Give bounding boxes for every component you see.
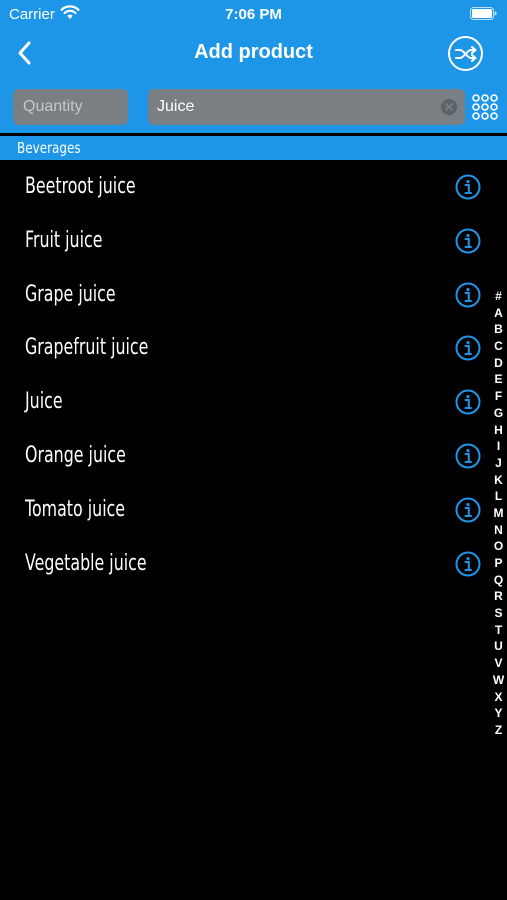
search-row [0,80,507,133]
info-button[interactable] [455,282,481,308]
product-row[interactable]: Vegetable juice [0,537,490,591]
product-label: Juice [25,389,63,415]
index-letter[interactable]: A [490,305,507,322]
index-letter[interactable]: C [490,338,507,355]
info-button[interactable] [455,497,481,523]
info-icon [455,335,481,361]
info-icon [455,443,481,469]
info-icon [455,174,481,200]
page-title: Add product [194,41,313,63]
status-time: 7:06 PM [225,6,282,23]
battery-icon [470,7,497,20]
product-row[interactable]: Fruit juice [0,214,490,268]
index-letter[interactable]: B [490,321,507,338]
index-letter[interactable]: L [490,488,507,505]
product-row[interactable]: Tomato juice [0,483,490,537]
info-button[interactable] [455,443,481,469]
search-input[interactable] [148,89,438,125]
section-title: Beverages [17,139,81,157]
index-letter[interactable]: Z [490,722,507,739]
index-letter[interactable]: # [490,288,507,305]
product-label: Vegetable juice [25,550,147,576]
index-letter[interactable]: R [490,588,507,605]
info-icon [455,228,481,254]
product-row[interactable]: Orange juice [0,429,490,483]
product-row[interactable]: Juice [0,375,490,429]
index-letter[interactable]: V [490,655,507,672]
product-row[interactable]: Grapefruit juice [0,321,490,375]
index-letter[interactable]: N [490,522,507,539]
product-row[interactable]: Beetroot juice [0,160,490,214]
product-label: Tomato juice [25,496,126,522]
index-letter[interactable]: S [490,605,507,622]
index-letter[interactable]: W [490,672,507,689]
product-list: Beetroot juice Fruit juice Grape juice Grap… [0,160,490,590]
info-button[interactable] [455,551,481,577]
info-button[interactable] [455,174,481,200]
index-letter[interactable]: E [490,371,507,388]
clear-search-button[interactable] [441,99,457,115]
index-letter[interactable]: F [490,388,507,405]
index-letter[interactable]: H [490,422,507,439]
info-button[interactable] [455,335,481,361]
index-letter[interactable]: Q [490,572,507,589]
info-icon [455,551,481,577]
index-letter[interactable]: O [490,538,507,555]
section-header: Beverages [0,136,507,160]
info-icon [455,497,481,523]
index-letter[interactable]: Y [490,705,507,722]
product-label: Grapefruit juice [25,335,149,361]
index-letter[interactable]: X [490,689,507,706]
info-button[interactable] [455,228,481,254]
alphabet-index-bar[interactable]: # A B C D E F G H I J K L M N O P Q R S T U V W X Y Z [490,288,507,739]
add-product-screen: Carrier 7:06 PM Add product Quantity Jui… [0,0,507,900]
index-letter[interactable]: T [490,622,507,639]
index-letter[interactable]: P [490,555,507,572]
product-label: Grape juice [25,281,116,307]
info-icon [455,282,481,308]
quantity-field[interactable] [13,89,128,125]
clear-icon [445,103,453,111]
index-letter[interactable]: I [490,438,507,455]
index-letter[interactable]: U [490,638,507,655]
shuffle-button[interactable] [448,36,483,71]
product-row[interactable]: Grape juice [0,268,490,322]
product-label: Beetroot juice [25,174,136,199]
search-field [148,89,465,125]
navigation-bar: Add product [0,32,507,80]
index-letter[interactable]: M [490,505,507,522]
status-bar: Carrier 7:06 PM [0,0,507,32]
product-label: Fruit juice [25,227,103,253]
grid-icon [472,94,498,120]
index-letter[interactable]: G [490,405,507,422]
grid-view-button[interactable] [471,94,501,124]
info-button[interactable] [455,389,481,415]
info-icon [455,389,481,415]
shuffle-icon [454,45,476,62]
index-letter[interactable]: K [490,472,507,489]
product-label: Orange juice [25,442,126,468]
index-letter[interactable]: J [490,455,507,472]
index-letter[interactable]: D [490,355,507,372]
